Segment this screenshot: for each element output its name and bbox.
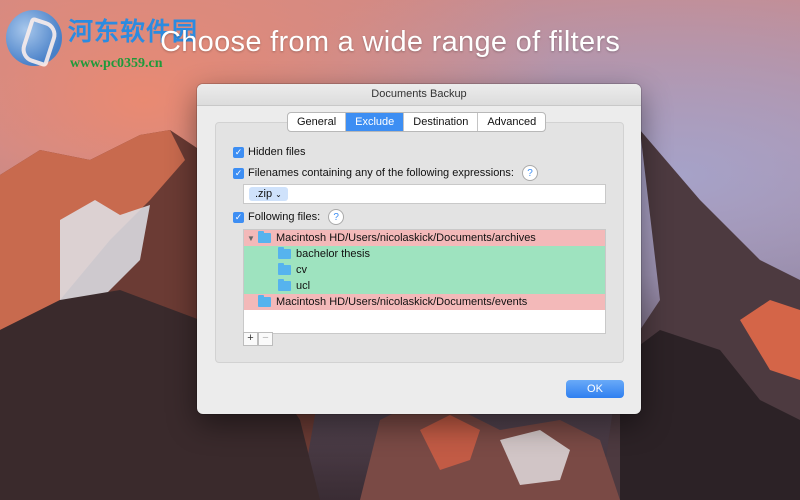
following-files-option[interactable]: ✓ Following files: ? xyxy=(233,209,345,225)
hidden-files-checkbox[interactable]: ✓ xyxy=(233,146,244,158)
expression-token-label: .zip xyxy=(255,188,273,200)
filenames-option[interactable]: ✓ Filenames containing any of the follow… xyxy=(233,165,538,181)
chevron-down-icon[interactable]: ⌄ xyxy=(275,190,282,199)
folder-icon xyxy=(258,231,271,243)
tab-destination[interactable]: Destination xyxy=(404,113,479,131)
folder-icon xyxy=(278,247,291,259)
filenames-label: Filenames containing any of the followin… xyxy=(248,167,514,179)
filenames-checkbox[interactable]: ✓ xyxy=(233,167,244,179)
following-files-help-icon[interactable]: ? xyxy=(328,209,345,225)
following-files-checkbox[interactable]: ✓ xyxy=(233,211,244,223)
list-item[interactable]: ▼ Macintosh HD/Users/nicolaskick/Documen… xyxy=(244,230,605,246)
expressions-token-field[interactable]: .zip ⌄ xyxy=(243,184,606,204)
list-item[interactable]: bachelor thesis xyxy=(244,246,605,262)
tab-general[interactable]: General xyxy=(288,113,347,131)
promo-headline: Choose from a wide range of filters xyxy=(160,26,621,58)
hidden-files-label: Hidden files xyxy=(248,146,306,158)
add-file-button[interactable]: + xyxy=(243,332,258,346)
tab-bar: General Exclude Destination Advanced xyxy=(287,112,547,132)
tab-advanced[interactable]: Advanced xyxy=(478,113,545,131)
folder-icon xyxy=(258,295,271,307)
folder-icon xyxy=(278,279,291,291)
ok-button[interactable]: OK xyxy=(566,380,624,398)
add-remove-controls: + − xyxy=(243,332,273,346)
disclosure-triangle-icon[interactable]: ▼ xyxy=(244,234,258,243)
watermark-logo-icon xyxy=(6,10,62,66)
window-title: Documents Backup xyxy=(197,84,641,106)
list-item-label: Macintosh HD/Users/nicolaskick/Documents… xyxy=(276,296,528,308)
filenames-help-icon[interactable]: ? xyxy=(521,165,538,181)
remove-file-button[interactable]: − xyxy=(258,332,273,346)
documents-backup-window: Documents Backup General Exclude Destina… xyxy=(197,84,641,414)
list-item[interactable]: Macintosh HD/Users/nicolaskick/Documents… xyxy=(244,294,605,310)
folder-icon xyxy=(278,263,291,275)
tab-exclude[interactable]: Exclude xyxy=(346,113,405,131)
list-item-label: cv xyxy=(296,264,307,276)
watermark-url: www.pc0359.cn xyxy=(70,56,163,71)
list-item-label: ucl xyxy=(296,280,311,292)
following-files-list[interactable]: ▼ Macintosh HD/Users/nicolaskick/Documen… xyxy=(243,229,606,334)
expression-token[interactable]: .zip ⌄ xyxy=(249,187,288,201)
list-item[interactable]: ucl xyxy=(244,278,605,294)
exclude-panel: ✓ Hidden files ✓ Filenames containing an… xyxy=(215,122,624,363)
list-item-label: bachelor thesis xyxy=(296,248,370,260)
following-files-label: Following files: xyxy=(248,211,321,223)
list-item[interactable]: cv xyxy=(244,262,605,278)
hidden-files-option[interactable]: ✓ Hidden files xyxy=(233,146,305,158)
list-item-label: Macintosh HD/Users/nicolaskick/Documents… xyxy=(276,232,536,244)
